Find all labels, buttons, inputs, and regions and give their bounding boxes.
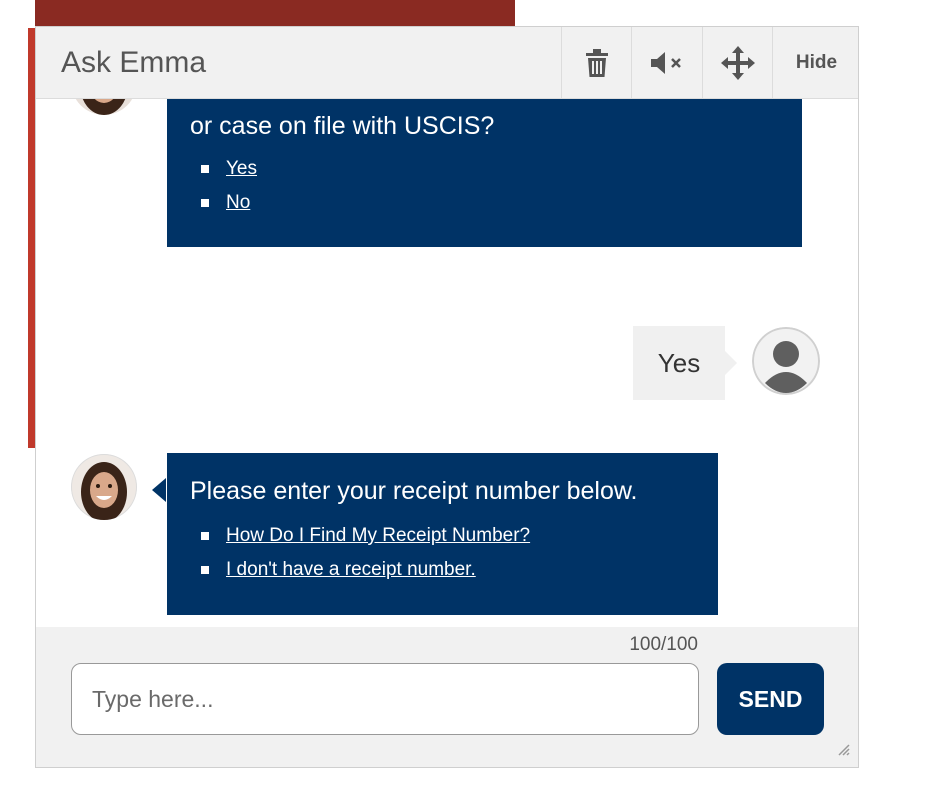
bot-question: Please enter your receipt number below. (190, 477, 638, 505)
bullet (201, 532, 209, 540)
bot-message: or case on file with USCIS? Yes No (167, 99, 802, 247)
message-input[interactable] (71, 663, 699, 735)
answer-option: No (190, 186, 802, 220)
chat-messages[interactable]: or case on file with USCIS? Yes No Yes P… (36, 99, 858, 627)
delete-button[interactable] (561, 27, 631, 99)
bot-question: or case on file with USCIS? (190, 112, 495, 140)
resize-grip-icon[interactable] (836, 742, 850, 761)
chat-title: Ask Emma (61, 46, 207, 79)
answer-option: I don't have a receipt number. (190, 553, 718, 587)
user-avatar (752, 327, 820, 395)
no-receipt-link[interactable]: I don't have a receipt number. (226, 559, 476, 580)
hide-button[interactable]: Hide (772, 27, 858, 99)
bot-bubble-tail (152, 478, 166, 502)
chat-header: Ask Emma Hide (36, 27, 858, 99)
option-no-link[interactable]: No (226, 192, 250, 213)
user-bubble-tail (725, 351, 737, 375)
bullet (201, 566, 209, 574)
bullet (201, 199, 209, 207)
find-receipt-link[interactable]: How Do I Find My Receipt Number? (226, 525, 530, 546)
background-page-strip (35, 0, 515, 28)
character-counter: 100/100 (629, 634, 698, 655)
chat-footer: 100/100 SEND (36, 627, 858, 767)
bot-avatar (71, 454, 137, 520)
bullet (201, 165, 209, 173)
chat-widget: Ask Emma Hide or case on file with USCIS… (35, 26, 859, 768)
option-yes-link[interactable]: Yes (226, 158, 257, 179)
answer-options: Yes No (190, 152, 802, 220)
user-message: Yes (633, 326, 725, 400)
answer-option: How Do I Find My Receipt Number? (190, 519, 718, 553)
send-button[interactable]: SEND (717, 663, 824, 735)
move-button[interactable] (702, 27, 772, 99)
answer-options: How Do I Find My Receipt Number? I don't… (190, 519, 718, 587)
bot-avatar (71, 99, 137, 115)
answer-option: Yes (190, 152, 802, 186)
trash-icon (585, 48, 609, 78)
move-icon (720, 46, 755, 80)
mute-button[interactable] (631, 27, 702, 99)
mute-icon (649, 51, 685, 75)
bot-message: Please enter your receipt number below. … (167, 453, 718, 615)
